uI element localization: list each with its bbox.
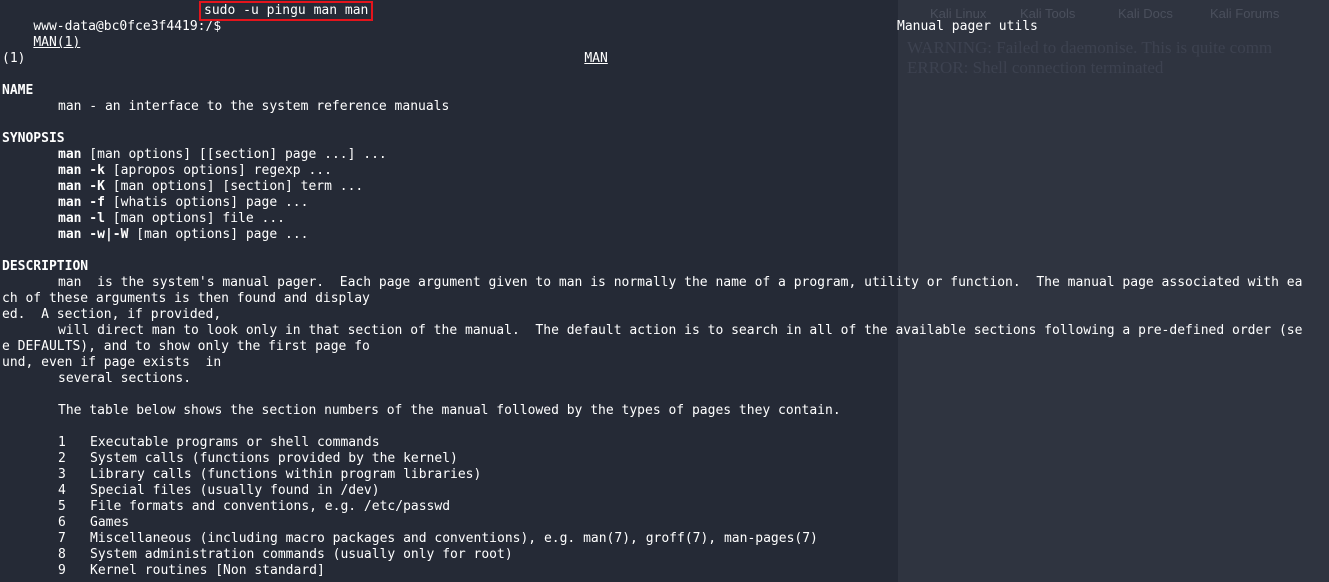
section-number: 2 [58, 451, 66, 466]
man-header-left: MAN(1) [33, 35, 81, 50]
synopsis-command: man -K [58, 179, 105, 194]
section-number: 9 [58, 563, 66, 578]
section-description: Library calls (functions within program … [90, 467, 482, 482]
man-header-center-line: MAN [553, 35, 607, 66]
section-number: 5 [58, 499, 66, 514]
section-description: Games [90, 515, 130, 530]
section-description: Special files (usually found in /dev) [90, 483, 380, 498]
synopsis-command: man -k [58, 163, 105, 178]
synopsis-args: [man options] file ... [104, 211, 285, 226]
synopsis-row: man -w|-W [man options] page ... [58, 227, 308, 243]
section-number: 1 [58, 435, 66, 450]
man-header-section: (1) [2, 51, 26, 66]
bg-tab-kali-docs: Kali Docs [1118, 6, 1173, 21]
section-description: Executable programs or shell commands [90, 435, 380, 450]
man-header-right: Manual pager utils [897, 19, 1038, 34]
section-description: Miscellaneous (including macro packages … [90, 531, 818, 546]
section-description: System calls (functions provided by the … [90, 451, 458, 466]
synopsis-row: man -f [whatis options] page ... [58, 195, 308, 211]
section-number: 7 [58, 531, 66, 546]
synopsis-command: man -f [58, 195, 105, 210]
bg-warning-text: WARNING: Failed to daemonise. This is qu… [907, 38, 1273, 57]
man-header-left-line: MAN(1) [2, 19, 80, 50]
synopsis-row: man -l [man options] file ... [58, 211, 285, 227]
description-line-4: will direct man to look only in that sec… [58, 323, 1303, 338]
synopsis-row: man -K [man options] [section] term ... [58, 179, 363, 195]
heading-name: NAME [2, 83, 34, 98]
name-text: man - an interface to the system referen… [58, 99, 450, 114]
synopsis-args: [apropos options] regexp ... [104, 163, 332, 178]
typed-command: sudo -u pingu man man [204, 3, 369, 18]
description-line-6: und, even if page exists in [2, 355, 222, 370]
synopsis-args: [man options] page ... [128, 227, 309, 242]
description-line-1: man is the system's manual pager. Each p… [58, 275, 1303, 290]
section-description: System administration commands (usually … [90, 547, 513, 562]
synopsis-command: man -w|-W [58, 227, 129, 242]
section-number: 6 [58, 515, 66, 530]
section-number: 8 [58, 547, 66, 562]
section-description: Kernel routines [Non standard] [90, 563, 325, 578]
man-header-center: MAN [584, 51, 608, 66]
heading-synopsis: SYNOPSIS [2, 131, 65, 146]
synopsis-args: [whatis options] page ... [104, 195, 309, 210]
heading-description: DESCRIPTION [2, 259, 89, 274]
description-line-3: ed. A section, if provided, [2, 307, 222, 322]
section-number: 4 [58, 483, 66, 498]
synopsis-row: man -k [apropos options] regexp ... [58, 163, 332, 179]
synopsis-row: man [man options] [[section] page ...] .… [58, 147, 387, 163]
prompt-line: www-data@bc0fce3f4419:/$ [2, 3, 221, 34]
synopsis-command: man -l [58, 211, 105, 226]
description-line-7: several sections. [58, 371, 192, 386]
background-browser-window [898, 0, 1329, 582]
bg-tab-kali-forums: Kali Forums [1210, 6, 1280, 21]
synopsis-command: man [58, 147, 82, 162]
section-description: File formats and conventions, e.g. /etc/… [90, 499, 451, 514]
bg-error-text: ERROR: Shell connection terminated [907, 58, 1164, 77]
table-intro: The table below shows the section number… [58, 403, 841, 418]
section-number: 3 [58, 467, 66, 482]
synopsis-args: [man options] [[section] page ...] ... [81, 147, 387, 162]
description-line-5: e DEFAULTS), and to show only the first … [2, 339, 370, 354]
command-highlight: sudo -u pingu man man [199, 1, 374, 21]
description-line-2: ch of these arguments is then found and … [2, 291, 370, 306]
synopsis-args: [man options] [section] term ... [104, 179, 364, 194]
